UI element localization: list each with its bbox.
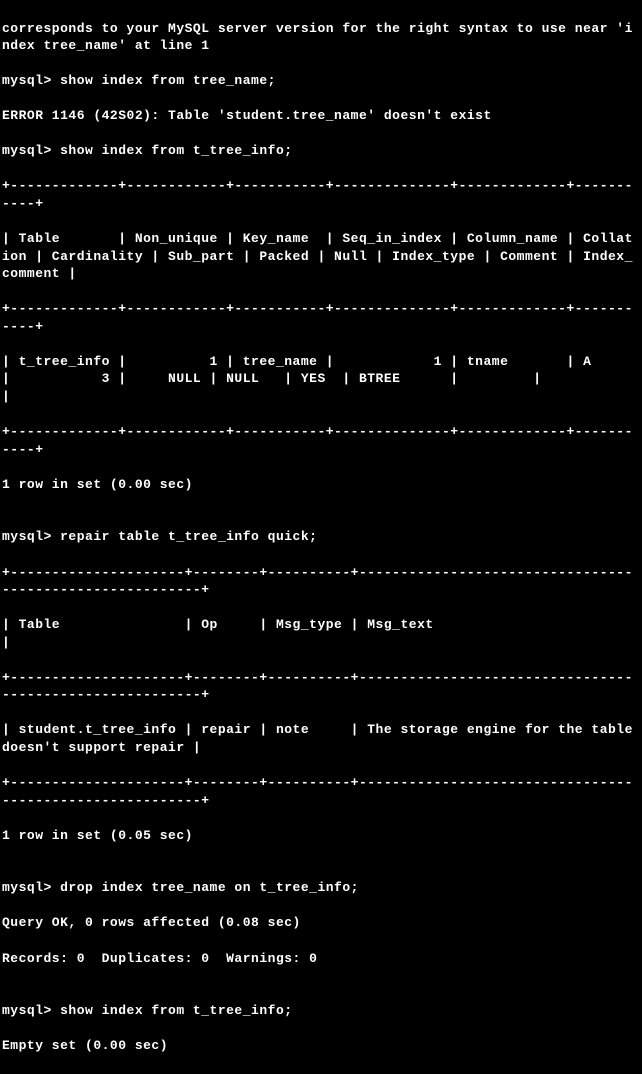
prompt-line: mysql> show index from tree_name;: [2, 72, 640, 90]
table-row: | t_tree_info | 1 | tree_name | 1 | tnam…: [2, 353, 640, 406]
table-border: +-------------+------------+-----------+…: [2, 300, 640, 335]
result-line: 1 row in set (0.05 sec): [2, 827, 640, 845]
terminal-output[interactable]: corresponds to your MySQL server version…: [0, 0, 642, 1074]
result-line: Query OK, 0 rows affected (0.08 sec): [2, 914, 640, 932]
prompt-line: mysql> show index from t_tree_info;: [2, 142, 640, 160]
prompt-line: mysql> repair table t_tree_info quick;: [2, 528, 640, 546]
prompt-line: mysql> drop index tree_name on t_tree_in…: [2, 879, 640, 897]
table-border: +-------------+------------+-----------+…: [2, 423, 640, 458]
table-header: | Table | Non_unique | Key_name | Seq_in…: [2, 230, 640, 283]
table-border: +---------------------+--------+--------…: [2, 774, 640, 809]
table-header: | Table | Op | Msg_type | Msg_text |: [2, 616, 640, 651]
table-border: +---------------------+--------+--------…: [2, 564, 640, 599]
error-line: ERROR 1146 (42S02): Table 'student.tree_…: [2, 107, 640, 125]
error-line: corresponds to your MySQL server version…: [2, 20, 640, 55]
result-line: Empty set (0.00 sec): [2, 1037, 640, 1055]
result-line: 1 row in set (0.00 sec): [2, 476, 640, 494]
table-row: | student.t_tree_info | repair | note | …: [2, 721, 640, 756]
result-line: Records: 0 Duplicates: 0 Warnings: 0: [2, 950, 640, 968]
table-border: +-------------+------------+-----------+…: [2, 177, 640, 212]
prompt-line: mysql> show index from t_tree_info;: [2, 1002, 640, 1020]
table-border: +---------------------+--------+--------…: [2, 669, 640, 704]
